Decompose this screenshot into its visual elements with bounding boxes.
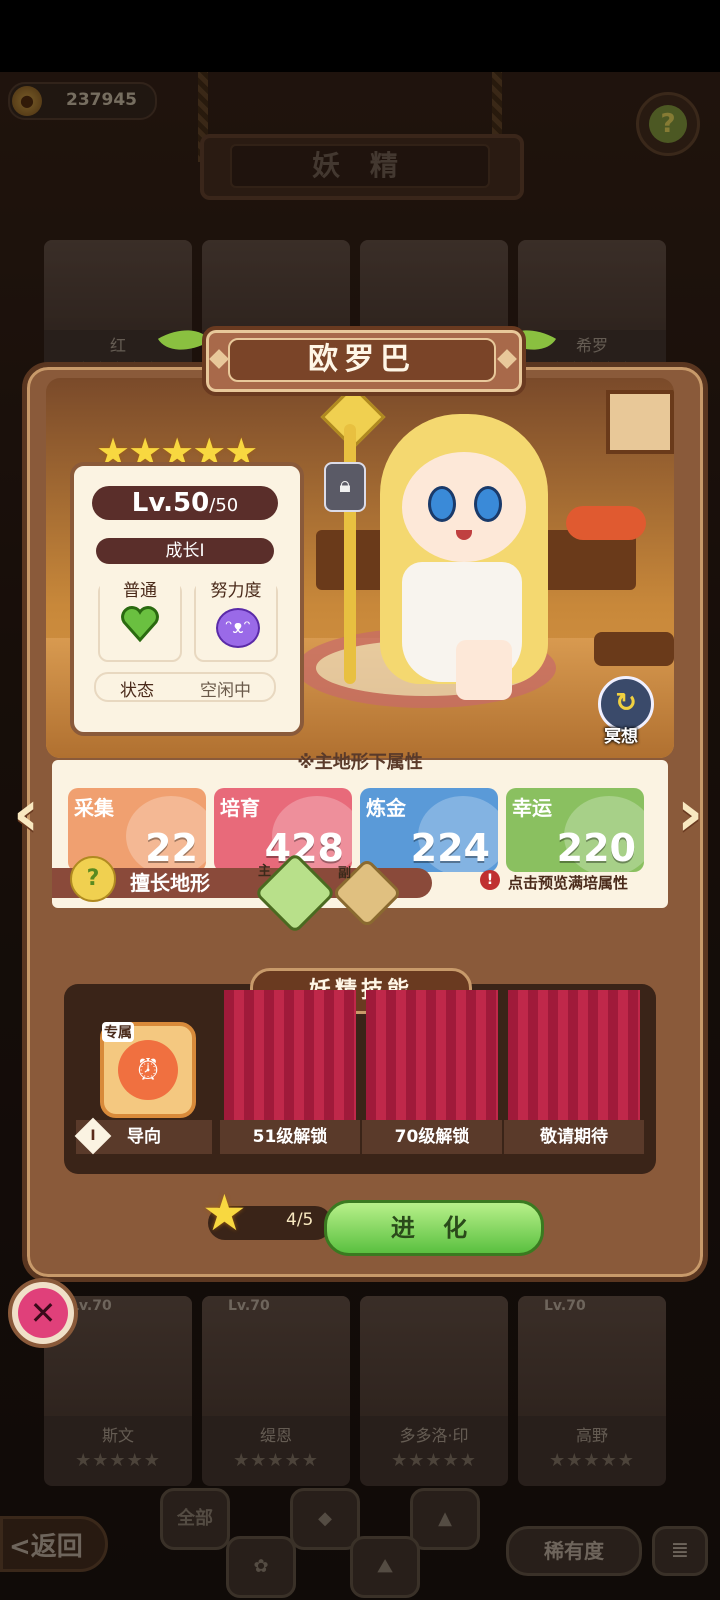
scene-carrot bbox=[566, 506, 646, 540]
attributes-title: ※主地形下属性 bbox=[297, 752, 423, 773]
close-button[interactable]: ✕ bbox=[8, 1278, 78, 1348]
skill-label: 51级解锁 bbox=[220, 1120, 360, 1154]
locked-skill-curtain bbox=[508, 990, 640, 1128]
state-label: 状态 bbox=[120, 681, 154, 701]
fairy-name-banner: 欧罗巴 bbox=[202, 326, 526, 396]
attr-breed: 培育 428 bbox=[214, 788, 352, 872]
terrain-label: 擅长地形 bbox=[130, 871, 210, 895]
attr-value: 22 bbox=[145, 826, 198, 870]
attr-alchemy: 炼金 224 bbox=[360, 788, 498, 872]
close-icon: ✕ bbox=[18, 1288, 68, 1338]
preview-link[interactable]: 点击预览满培属性 bbox=[508, 872, 628, 893]
attr-label: 炼金 bbox=[366, 796, 406, 820]
level-bar: Lv.50/50 bbox=[92, 486, 278, 520]
locked-skill-curtain bbox=[366, 990, 498, 1128]
level-value: Lv.50 bbox=[131, 488, 210, 518]
skill-level-badge: I bbox=[74, 1117, 112, 1155]
attr-label: 培育 bbox=[220, 796, 260, 820]
meditate-label: 冥想 bbox=[604, 727, 638, 747]
prev-fairy-arrow[interactable]: ‹ bbox=[6, 774, 46, 854]
evolve-button[interactable]: 进 化 bbox=[324, 1200, 544, 1256]
status-bar bbox=[0, 0, 720, 72]
level-max: /50 bbox=[209, 495, 239, 516]
quality-label: 普通 bbox=[100, 576, 180, 601]
effort-label: 努力度 bbox=[196, 576, 276, 601]
evolve-star-icon: ★ bbox=[202, 1184, 247, 1242]
state-bar: 状态 空闲中 bbox=[94, 672, 276, 702]
quality-box[interactable]: 普通 bbox=[98, 576, 182, 662]
skill-label: 70级解锁 bbox=[362, 1120, 502, 1154]
next-fairy-arrow[interactable]: › bbox=[670, 774, 710, 854]
fairy-legs bbox=[456, 640, 512, 700]
green-heart-icon bbox=[121, 606, 159, 643]
alarm-clock-icon: ⏰︎ bbox=[118, 1040, 178, 1100]
attr-label: 幸运 bbox=[512, 796, 552, 820]
scene-window bbox=[606, 390, 674, 454]
attr-value: 224 bbox=[410, 826, 490, 870]
devil-face-icon: ᵔᴥᵔ bbox=[216, 608, 260, 648]
attr-luck: 幸运 220 bbox=[506, 788, 644, 872]
fairy-name: 欧罗巴 bbox=[228, 338, 496, 382]
evolve-count: 4/5 bbox=[286, 1210, 314, 1230]
exclusive-tag: 专属 bbox=[102, 1022, 134, 1042]
fairy-info-card: Lv.50/50 成长I 普通 努力度 ᵔᴥᵔ 状态 空闲中 bbox=[70, 462, 304, 736]
effort-box[interactable]: 努力度 ᵔᴥᵔ bbox=[194, 576, 278, 662]
main-terrain-tag: 主 bbox=[258, 864, 272, 879]
skill-label: 敬请期待 bbox=[504, 1120, 644, 1154]
growth-label: 成长I bbox=[96, 538, 274, 564]
sub-terrain-tag: 副 bbox=[338, 866, 352, 881]
attributes-panel: ※主地形下属性 采集 22 培育 428 炼金 224 幸运 220 擅长地形 … bbox=[52, 752, 668, 935]
sprout-help-icon[interactable]: ? bbox=[70, 856, 116, 902]
warning-icon: ! bbox=[480, 870, 500, 890]
harp-staff bbox=[320, 384, 386, 694]
scene-stool bbox=[594, 632, 674, 666]
lock-icon[interactable]: 🔒︎ bbox=[324, 462, 366, 512]
state-value: 空闲中 bbox=[200, 681, 251, 701]
attr-label: 采集 bbox=[74, 796, 114, 820]
locked-skill-curtain bbox=[224, 990, 356, 1128]
attr-value: 220 bbox=[556, 826, 636, 870]
fairy-face bbox=[402, 452, 526, 562]
